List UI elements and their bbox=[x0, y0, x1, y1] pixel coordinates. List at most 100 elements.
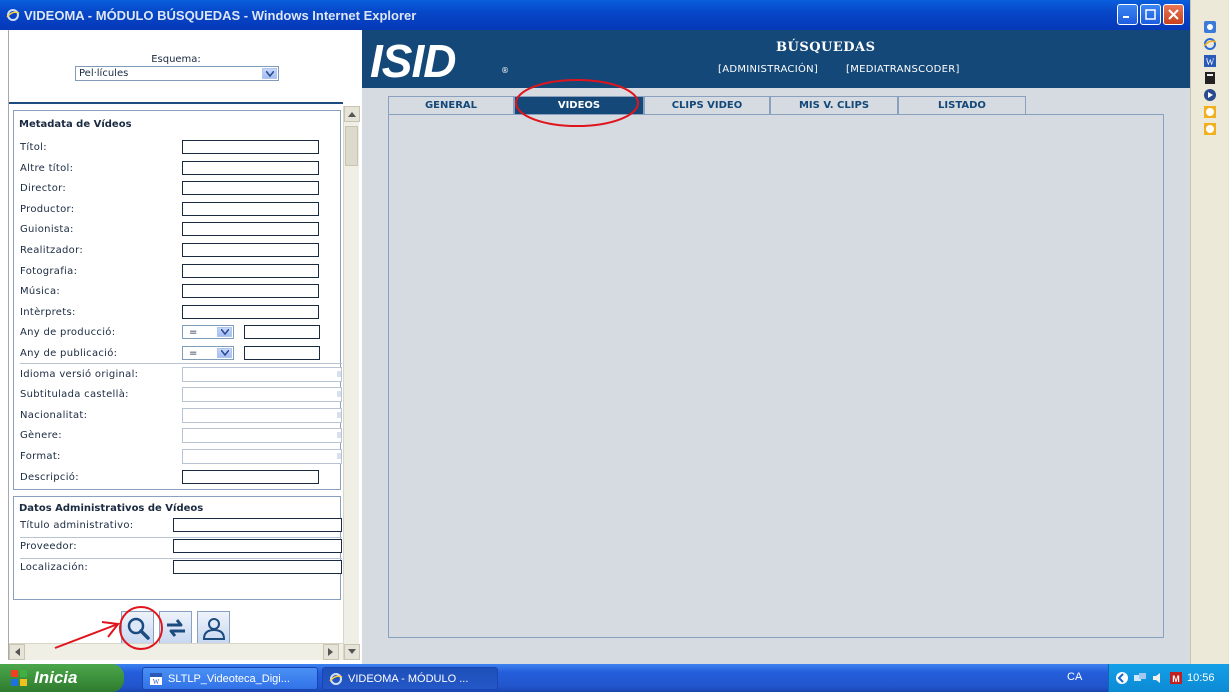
minimize-button[interactable] bbox=[1117, 4, 1138, 25]
search-button[interactable] bbox=[121, 611, 154, 644]
tab-general[interactable]: GENERAL bbox=[388, 96, 514, 114]
dropdown-field[interactable] bbox=[182, 428, 342, 443]
dropdown-edge bbox=[337, 371, 341, 377]
admin-link[interactable]: [ADMINISTRACIÓN] bbox=[718, 64, 818, 75]
admin-text-field[interactable] bbox=[173, 560, 342, 574]
tab-clips-video[interactable]: CLIPS VIDEO bbox=[644, 96, 770, 114]
row-separator bbox=[20, 558, 342, 559]
dropdown-field[interactable] bbox=[182, 408, 342, 423]
text-field[interactable] bbox=[182, 140, 319, 154]
search-form-scrollpane: Metadata de Vídeos Títol: Altre títol: Dir… bbox=[9, 106, 343, 660]
year-field[interactable] bbox=[244, 346, 320, 360]
admin-text-field[interactable] bbox=[173, 518, 342, 532]
left-horizontal-scrollbar[interactable] bbox=[9, 643, 343, 660]
field-label: Nacionalitat: bbox=[20, 409, 88, 421]
taskbar-item-label: VIDEOMA - MÓDULO ... bbox=[348, 672, 469, 685]
admin-form-row: Proveedor: bbox=[20, 536, 77, 556]
admin-text-field[interactable] bbox=[173, 539, 342, 553]
form-row: Fotografia: bbox=[20, 261, 77, 281]
results-frame: ISID ® BÚSQUEDAS [ADMINISTRACIÓN] [MEDIA… bbox=[362, 30, 1190, 664]
text-field[interactable] bbox=[182, 264, 319, 278]
form-row: Any de publicació: bbox=[20, 343, 117, 363]
operator-select[interactable]: = bbox=[182, 346, 234, 360]
start-button[interactable]: Inicia bbox=[0, 664, 124, 692]
dropdown-edge bbox=[337, 453, 341, 459]
scroll-up-button[interactable] bbox=[344, 106, 360, 122]
form-row: Nacionalitat: bbox=[20, 405, 87, 425]
svg-text:M: M bbox=[1172, 674, 1180, 684]
scroll-right-button[interactable] bbox=[323, 644, 339, 660]
internet-explorer-icon bbox=[6, 9, 20, 21]
tab-listado[interactable]: LISTADO bbox=[898, 96, 1026, 114]
app-header: ISID ® BÚSQUEDAS [ADMINISTRACIÓN] [MEDIA… bbox=[362, 30, 1190, 88]
text-field[interactable] bbox=[182, 161, 319, 175]
scroll-thumb[interactable] bbox=[345, 126, 358, 166]
form-row: Format: bbox=[20, 446, 61, 466]
chevron-down-icon bbox=[217, 327, 232, 337]
speaker-icon[interactable] bbox=[1151, 671, 1165, 685]
field-label: Subtitulada castellà: bbox=[20, 388, 129, 400]
maximize-button[interactable] bbox=[1140, 4, 1161, 25]
tab-mis-v-clips[interactable]: MIS V. CLIPS bbox=[770, 96, 898, 114]
field-label: Director: bbox=[20, 182, 67, 194]
form-row: Descripció: bbox=[20, 467, 79, 487]
admin-form-row: Localización: bbox=[20, 557, 88, 577]
clock[interactable]: 10:56 bbox=[1187, 672, 1215, 684]
operator-select[interactable]: = bbox=[182, 325, 234, 339]
quicklaunch-clock2-icon[interactable] bbox=[1203, 122, 1217, 136]
search-form-frame: Esquema: Pel·lícules Metadata de Vídeos … bbox=[8, 30, 360, 660]
field-label: Fotografia: bbox=[20, 265, 78, 277]
windows-taskbar: Inicia W SLTLP_Videoteca_Digi... VIDEOMA… bbox=[0, 664, 1229, 692]
mediatranscoder-link[interactable]: [MEDIATRANSCODER] bbox=[846, 64, 960, 75]
quicklaunch-desktop-icon[interactable] bbox=[1203, 20, 1217, 34]
window-title: VIDEOMA - MÓDULO BÚSQUEDAS - Windows Int… bbox=[24, 7, 417, 23]
user-button[interactable] bbox=[197, 611, 230, 644]
field-label: Gènere: bbox=[20, 429, 62, 441]
text-field[interactable] bbox=[182, 222, 319, 236]
windows-logo-icon bbox=[11, 670, 27, 686]
schema-select[interactable]: Pel·lícules bbox=[75, 66, 279, 81]
taskbar-item-word-doc[interactable]: W SLTLP_Videoteca_Digi... bbox=[142, 667, 318, 690]
system-tray: M 10:56 bbox=[1108, 664, 1229, 692]
text-field[interactable] bbox=[182, 284, 319, 298]
quicklaunch-media-icon[interactable] bbox=[1203, 88, 1217, 102]
text-field[interactable] bbox=[182, 202, 319, 216]
quicklaunch-clock-icon[interactable] bbox=[1203, 105, 1217, 119]
left-vertical-scrollbar[interactable] bbox=[343, 106, 360, 660]
field-label: Intèrprets: bbox=[20, 306, 76, 318]
form-row: Altre títol: bbox=[20, 158, 73, 178]
field-label: Format: bbox=[20, 450, 61, 462]
internet-explorer-icon bbox=[329, 672, 343, 685]
quicklaunch-ie-icon[interactable] bbox=[1203, 37, 1217, 51]
chevron-down-icon bbox=[217, 348, 232, 358]
tray-expand-icon[interactable] bbox=[1115, 671, 1129, 685]
text-field[interactable] bbox=[182, 470, 319, 484]
text-field[interactable] bbox=[182, 181, 319, 195]
close-button[interactable] bbox=[1163, 4, 1184, 25]
svg-text:W: W bbox=[1206, 57, 1215, 67]
swap-arrows-icon bbox=[166, 618, 185, 637]
start-label: Inicia bbox=[34, 668, 78, 687]
dropdown-field[interactable] bbox=[182, 387, 342, 402]
search-tabs: GENERAL VIDEOS CLIPS VIDEO MIS V. CLIPS LIST… bbox=[388, 96, 1026, 114]
taskbar-item-ie-window[interactable]: VIDEOMA - MÓDULO ... bbox=[322, 667, 498, 690]
network-icon[interactable] bbox=[1133, 671, 1147, 685]
operator-value: = bbox=[189, 347, 198, 359]
language-indicator[interactable]: CA bbox=[1067, 671, 1082, 683]
scroll-down-button[interactable] bbox=[344, 644, 360, 660]
window-titlebar: VIDEOMA - MÓDULO BÚSQUEDAS - Windows Int… bbox=[0, 0, 1190, 30]
quicklaunch-word-icon[interactable]: W bbox=[1203, 54, 1217, 68]
dropdown-field[interactable] bbox=[182, 449, 342, 464]
admin-form-row: Título administrativo: bbox=[20, 515, 133, 535]
refresh-button[interactable] bbox=[159, 611, 192, 644]
text-field[interactable] bbox=[182, 305, 319, 319]
text-field[interactable] bbox=[182, 243, 319, 257]
quicklaunch-doc-icon[interactable] bbox=[1203, 71, 1217, 85]
scroll-left-button[interactable] bbox=[9, 644, 25, 660]
operator-value: = bbox=[189, 326, 198, 338]
year-field[interactable] bbox=[244, 325, 320, 339]
browser-content: Esquema: Pel·lícules Metadata de Vídeos … bbox=[0, 30, 1190, 664]
tab-videos[interactable]: VIDEOS bbox=[514, 96, 644, 114]
antivirus-icon[interactable]: M bbox=[1169, 671, 1183, 685]
dropdown-field[interactable] bbox=[182, 367, 342, 382]
